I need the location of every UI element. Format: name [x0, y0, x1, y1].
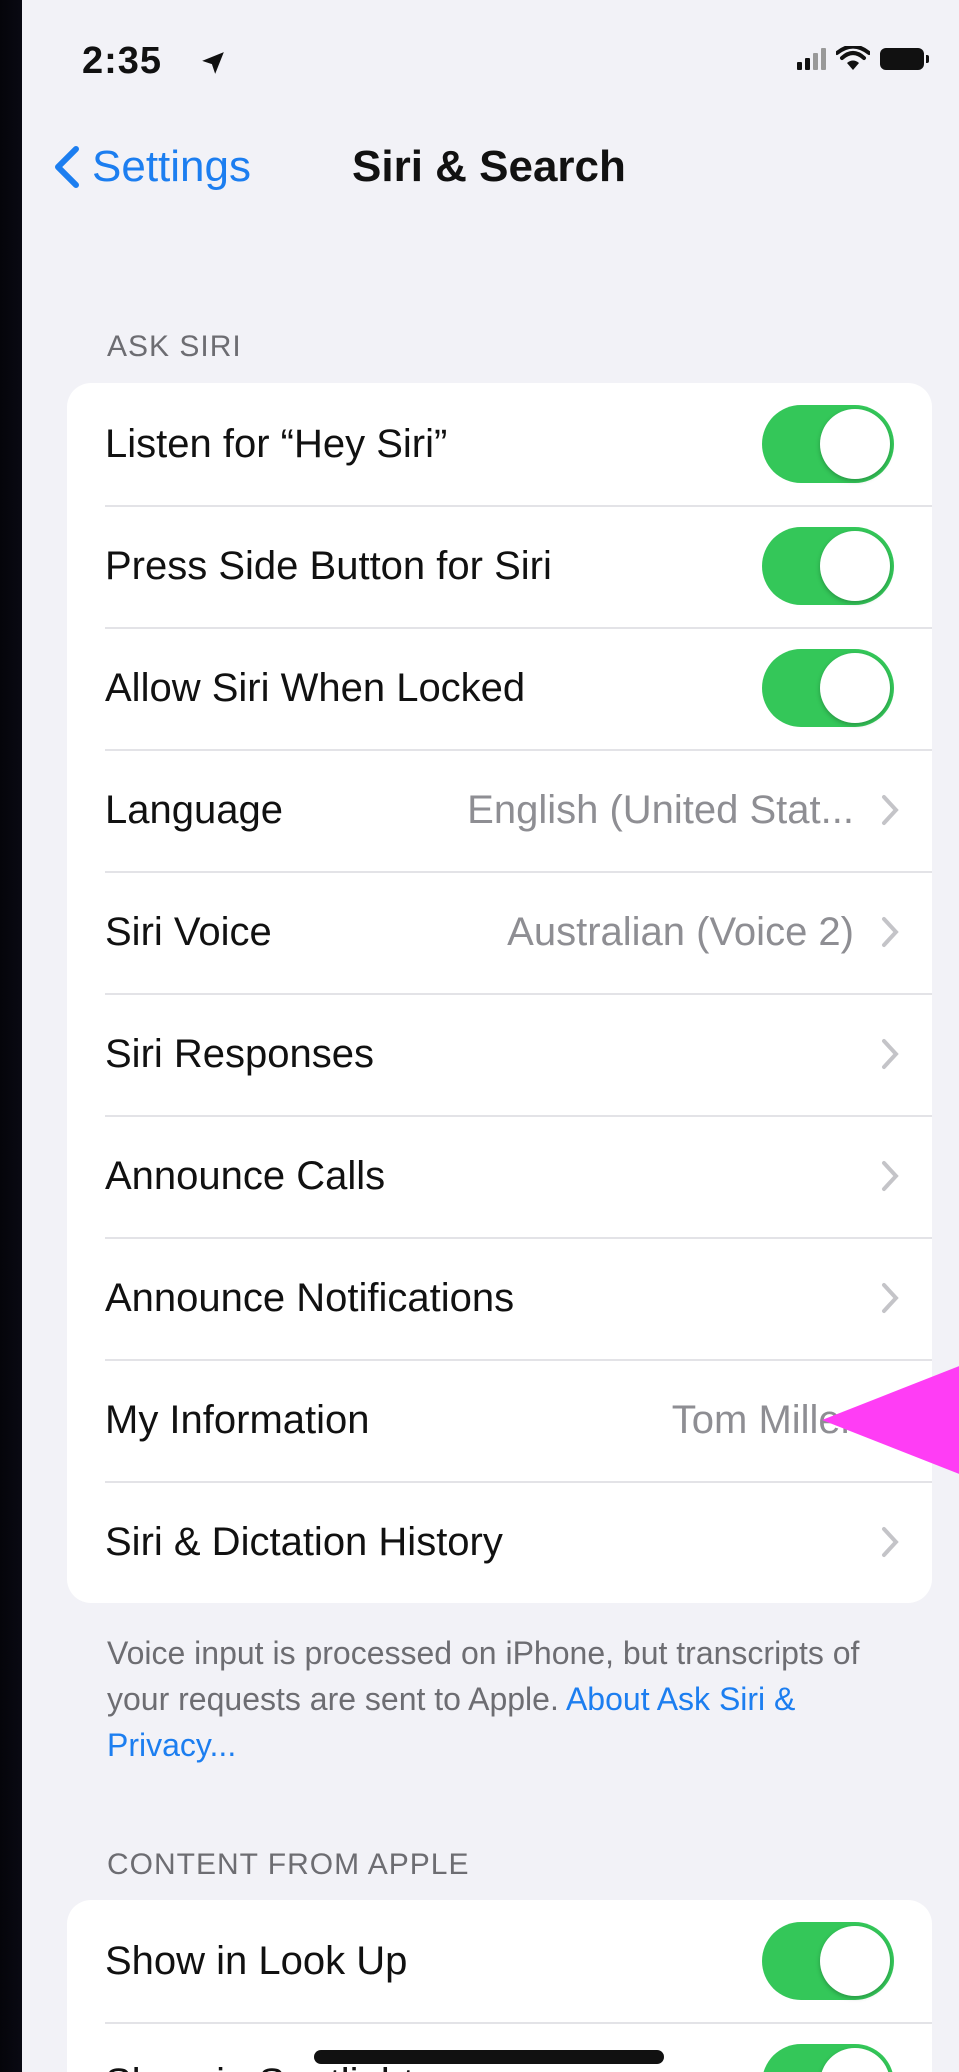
chevron-right-icon	[882, 917, 899, 947]
row-label: Siri & Dictation History	[105, 1519, 503, 1564]
chevron-right-icon	[882, 1039, 899, 1069]
row-my-information[interactable]: My Information Tom Miller	[67, 1359, 932, 1481]
chevron-right-icon	[882, 795, 899, 825]
look-up-toggle[interactable]	[762, 1922, 894, 2000]
chevron-right-icon	[882, 1527, 899, 1557]
hey-siri-toggle[interactable]	[762, 405, 894, 483]
row-label: My Information	[105, 1397, 370, 1442]
row-listen-hey-siri[interactable]: Listen for “Hey Siri”	[67, 383, 932, 505]
pink-pointer-arrow-icon	[822, 1366, 959, 1474]
page-title: Siri & Search	[352, 142, 626, 191]
row-label: Listen for “Hey Siri”	[105, 421, 448, 466]
row-siri-responses[interactable]: Siri Responses	[67, 993, 932, 1115]
status-time: 2:35	[82, 40, 163, 82]
row-value: English (United Stat...	[467, 787, 854, 832]
row-show-in-spotlight[interactable]: Show in Spotlight	[67, 2022, 932, 2072]
row-show-in-look-up[interactable]: Show in Look Up	[67, 1900, 932, 2022]
row-label: Announce Notifications	[105, 1275, 515, 1320]
cellular-signal-icon	[797, 48, 826, 70]
row-announce-calls[interactable]: Announce Calls	[67, 1115, 932, 1237]
row-label: Press Side Button for Siri	[105, 543, 552, 588]
chevron-right-icon	[882, 1161, 899, 1191]
spotlight-toggle[interactable]	[762, 2044, 894, 2072]
ask-siri-group: Listen for “Hey Siri” Press Side Button …	[67, 383, 932, 1603]
row-label: Announce Calls	[105, 1153, 386, 1198]
row-announce-notifications[interactable]: Announce Notifications	[67, 1237, 932, 1359]
row-label: Siri Voice	[105, 909, 272, 954]
ask-siri-footer-note: Voice input is processed on iPhone, but …	[107, 1630, 887, 1768]
row-language[interactable]: Language English (United Stat...	[67, 749, 932, 871]
row-label: Language	[105, 787, 283, 832]
section-header-ask-siri: ASK SIRI	[107, 330, 242, 363]
wifi-icon	[836, 46, 870, 70]
row-label: Siri Responses	[105, 1031, 375, 1076]
row-side-button[interactable]: Press Side Button for Siri	[67, 505, 932, 627]
row-label: Show in Look Up	[105, 1938, 408, 1983]
back-button[interactable]: Settings	[52, 142, 251, 192]
phone-screen: 2:35 Settings Siri & Search ASK SIRI Lis…	[22, 0, 959, 2072]
section-header-content-from-apple: CONTENT FROM APPLE	[107, 1848, 470, 1881]
allow-locked-toggle[interactable]	[762, 649, 894, 727]
chevron-left-icon	[55, 146, 79, 188]
row-allow-when-locked[interactable]: Allow Siri When Locked	[67, 627, 932, 749]
row-dictation-history[interactable]: Siri & Dictation History	[67, 1481, 932, 1603]
status-bar: 2:35	[22, 30, 959, 90]
row-value: Australian (Voice 2)	[507, 909, 854, 954]
back-button-label: Settings	[92, 142, 251, 191]
navigation-bar: Settings Siri & Search	[22, 130, 959, 210]
status-icons	[797, 46, 929, 72]
home-indicator	[314, 2050, 664, 2064]
battery-icon	[880, 48, 929, 70]
chevron-right-icon	[882, 1283, 899, 1313]
side-button-toggle[interactable]	[762, 527, 894, 605]
content-from-apple-group: Show in Look Up Show in Spotlight	[67, 1900, 932, 2072]
row-label: Allow Siri When Locked	[105, 665, 526, 710]
location-arrow-icon	[202, 52, 224, 74]
row-siri-voice[interactable]: Siri Voice Australian (Voice 2)	[67, 871, 932, 993]
